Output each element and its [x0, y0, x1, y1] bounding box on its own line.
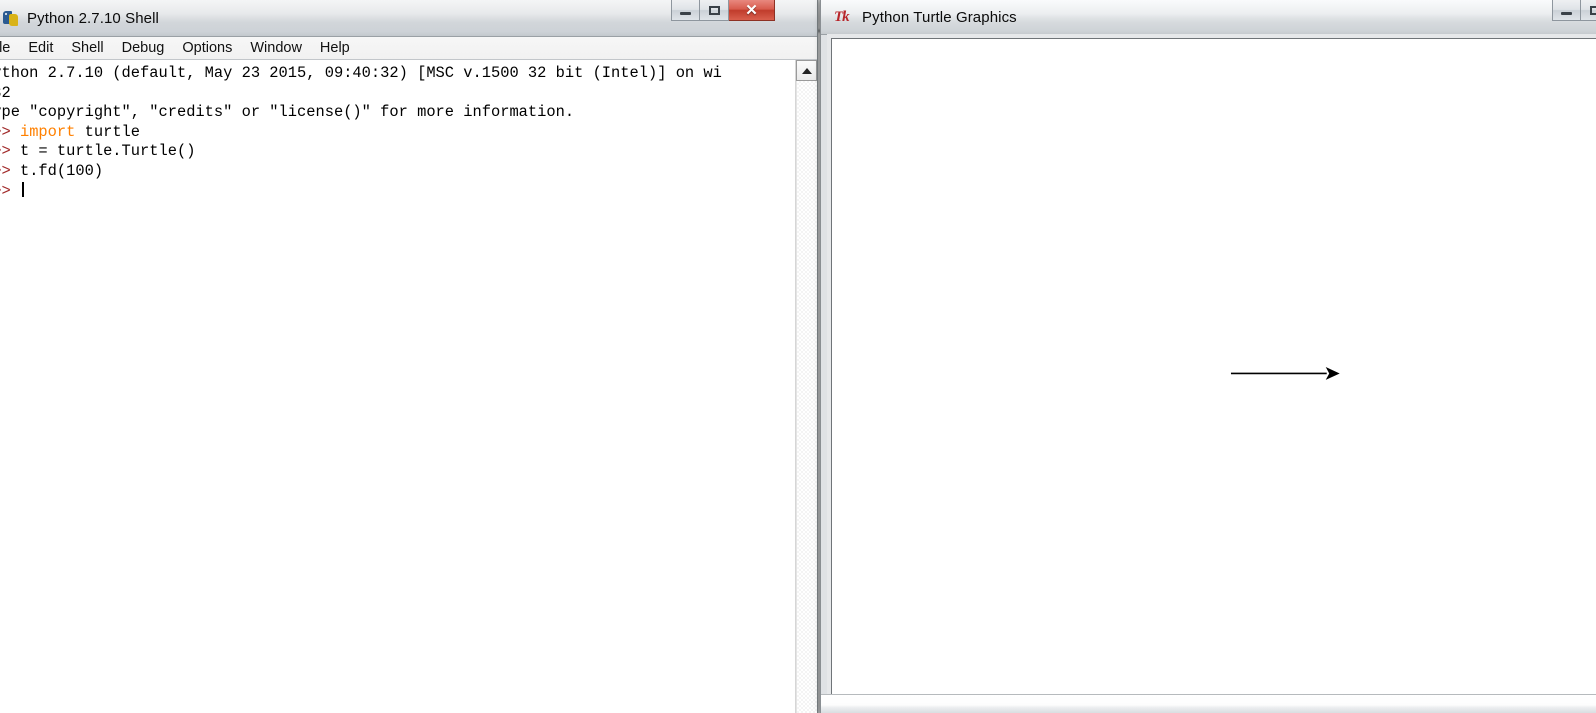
turtle-titlebar[interactable]: Tk Python Turtle Graphics — [821, 0, 1596, 35]
turtle-graphics-window[interactable]: Tk Python Turtle Graphics — [820, 0, 1596, 713]
menu-edit[interactable]: Edit — [19, 39, 62, 58]
console-line: >>> — [0, 181, 795, 202]
minimize-icon — [1561, 12, 1572, 15]
turtle-window-controls[interactable] — [1552, 0, 1596, 27]
menu-help[interactable]: Help — [311, 39, 359, 58]
turtle-window-title: Python Turtle Graphics — [862, 8, 1017, 26]
console-text: >>> — [0, 122, 11, 141]
turtle-drawing — [1230, 367, 1340, 380]
menu-file[interactable]: File — [0, 39, 19, 58]
text-caret — [21, 181, 24, 197]
shell-titlebar[interactable]: Python 2.7.10 Shell ✕ — [0, 0, 817, 37]
shell-window-title: Python 2.7.10 Shell — [27, 9, 159, 27]
scroll-up-arrow-icon — [801, 67, 812, 74]
tk-logo-icon: Tk — [834, 9, 850, 25]
shell-vertical-scrollbar[interactable] — [795, 60, 817, 713]
shell-body: Python 2.7.10 (default, May 23 2015, 09:… — [0, 60, 817, 713]
maximize-button[interactable] — [700, 0, 729, 21]
menu-window[interactable]: Window — [241, 39, 311, 58]
maximize-button[interactable] — [1581, 0, 1596, 21]
scroll-up-arrow[interactable] — [796, 60, 817, 81]
console-text: >>> — [0, 142, 11, 161]
shell-window-controls[interactable]: ✕ — [671, 0, 775, 27]
maximize-icon — [708, 5, 720, 15]
close-button[interactable]: ✕ — [729, 0, 775, 21]
shell-console-output[interactable]: Python 2.7.10 (default, May 23 2015, 09:… — [0, 60, 795, 713]
console-text: t.fd(100) — [19, 161, 104, 180]
console-text: n32 — [0, 83, 11, 102]
python-idle-icon — [3, 10, 20, 27]
python-shell-window[interactable]: Python 2.7.10 Shell ✕ File Edit Shell De… — [0, 0, 818, 713]
console-text: Python 2.7.10 (default, May 23 2015, 09:… — [0, 64, 722, 82]
console-line: >>> t.fd(100) — [0, 162, 795, 182]
console-line: n32 — [0, 84, 795, 104]
menu-debug[interactable]: Debug — [113, 39, 174, 58]
console-text: >>> — [0, 161, 11, 180]
minimize-icon — [680, 12, 691, 15]
screen: Python 2.7.10 Shell ✕ File Edit Shell De… — [0, 0, 1596, 713]
console-line: Python 2.7.10 (default, May 23 2015, 09:… — [0, 64, 795, 84]
console-text: t = turtle.Turtle() — [19, 142, 196, 161]
close-icon: ✕ — [745, 1, 758, 19]
console-text: import — [19, 122, 76, 141]
turtle-canvas-frame — [827, 34, 1596, 695]
maximize-icon — [1589, 5, 1596, 15]
turtle-canvas[interactable] — [831, 38, 1596, 695]
minimize-button[interactable] — [671, 0, 700, 21]
menu-shell[interactable]: Shell — [62, 39, 112, 58]
console-text: Type "copyright", "credits" or "license(… — [0, 103, 575, 122]
turtle-cursor-icon — [1325, 367, 1340, 380]
menu-options[interactable]: Options — [173, 39, 241, 58]
console-line: >>> import turtle — [0, 123, 795, 143]
turtle-window-bottom-edge — [821, 694, 1596, 713]
shell-menubar[interactable]: File Edit Shell Debug Options Window Hel… — [0, 37, 817, 60]
scrollbar-track[interactable] — [796, 81, 817, 713]
minimize-button[interactable] — [1552, 0, 1581, 21]
console-text: >>> — [0, 181, 11, 200]
console-text: turtle — [75, 122, 141, 141]
console-line: Type "copyright", "credits" or "license(… — [0, 103, 795, 123]
console-line: >>> t = turtle.Turtle() — [0, 142, 795, 162]
